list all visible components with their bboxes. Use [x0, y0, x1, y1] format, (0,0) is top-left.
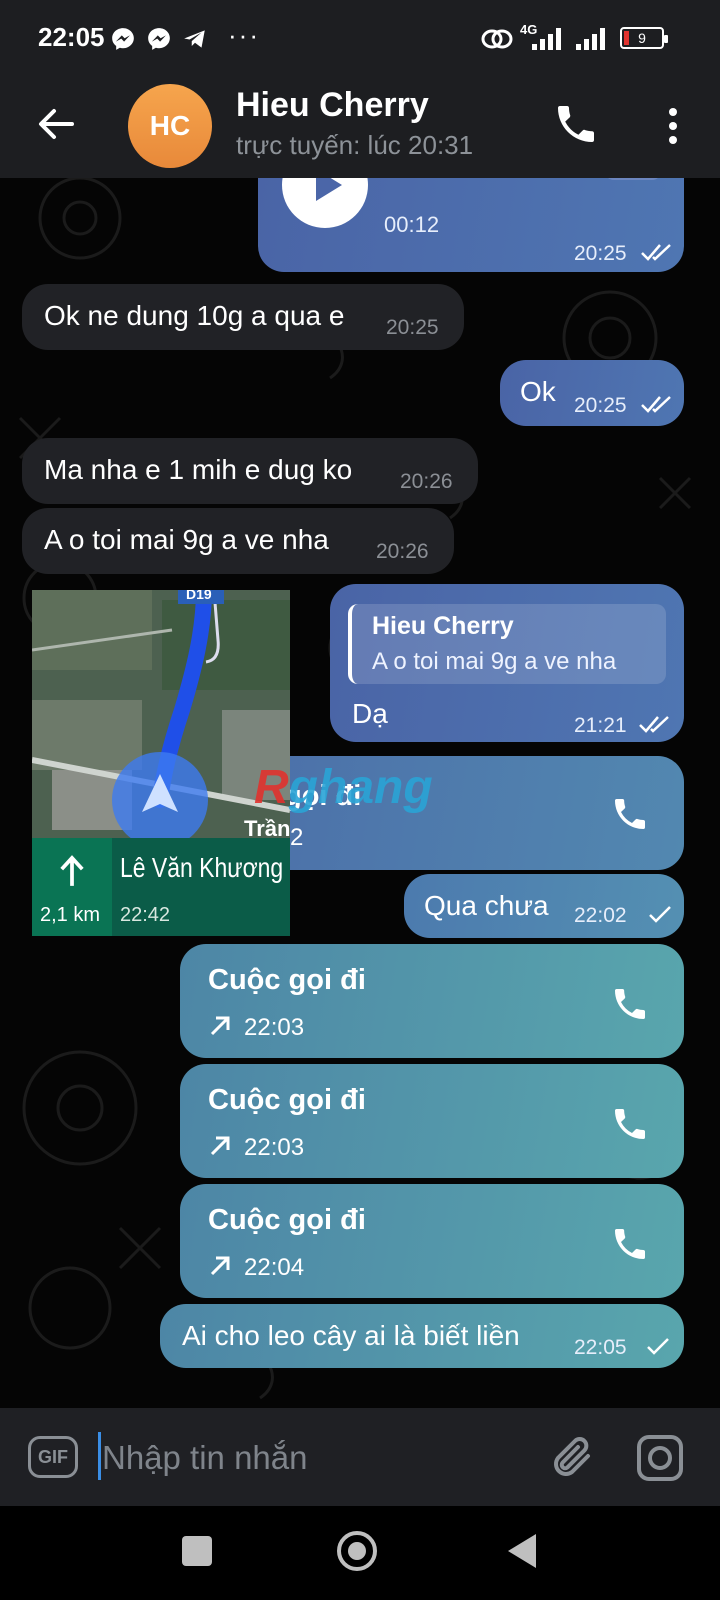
avatar-initials: HC: [149, 110, 191, 141]
camera-icon[interactable]: [636, 1434, 684, 1482]
contact-name[interactable]: Hieu Cherry: [236, 86, 429, 125]
play-icon[interactable]: [282, 178, 368, 228]
incoming-message[interactable]: A o toi mai 9g a ve nha 20:26: [22, 508, 454, 574]
transcribe-button[interactable]: →A: [604, 178, 662, 180]
outgoing-arrow-icon: [210, 1256, 230, 1276]
back-arrow-icon[interactable]: [34, 102, 78, 146]
phone-icon[interactable]: [610, 984, 650, 1024]
battery-level: 9: [638, 30, 646, 46]
distance: 2,1 km: [40, 904, 101, 926]
outgoing-call-bubble[interactable]: Cuộc gọi đi 22:03: [180, 1064, 684, 1178]
status-time: 22:05: [38, 22, 105, 52]
voice-message-bubble[interactable]: →A 00:12 20:25: [258, 178, 684, 272]
double-check-icon: [639, 716, 669, 733]
outgoing-call-bubble[interactable]: Cuộc gọi đi 22:04: [180, 1184, 684, 1298]
signal-icon: [532, 28, 561, 50]
phone-icon[interactable]: [610, 794, 650, 834]
map-navigation-image[interactable]: D19 Trần Lê Văn Khương 2,1 km 22:42: [32, 590, 290, 936]
messenger-icon: [112, 28, 134, 50]
outgoing-call-bubble[interactable]: Cuộc gọi đi 22:03: [180, 944, 684, 1058]
battery-icon: 9: [620, 27, 668, 49]
message-text: Ai cho leo cây ai là biết liền: [182, 1320, 520, 1351]
message-text: Ma nha e 1 mih e dug ko: [44, 454, 353, 485]
call-time: 22:03: [244, 1134, 305, 1161]
message-text: Dạ: [352, 698, 388, 729]
watermark-logo: Rghang: [254, 761, 433, 814]
check-icon: [647, 1338, 669, 1355]
home-button[interactable]: [337, 1531, 377, 1571]
message-time: 21:21: [574, 714, 627, 737]
status-bar: 22:05 ··· 4G 9: [0, 0, 720, 78]
phone-icon[interactable]: [610, 1224, 650, 1264]
phone-icon[interactable]: [610, 1104, 650, 1144]
paperclip-icon[interactable]: [548, 1432, 596, 1482]
message-time: 22:05: [574, 1336, 627, 1359]
message-time: 20:25: [386, 316, 439, 339]
link-icon: [481, 29, 513, 49]
recent-apps-button[interactable]: [182, 1536, 212, 1566]
message-text: Ok: [520, 376, 556, 407]
more-notifications-indicator: ···: [228, 20, 260, 50]
call-time: 22:04: [244, 1254, 305, 1281]
call-title: Cuộc gọi đi: [208, 1084, 366, 1116]
straight-arrow-icon: [60, 855, 84, 886]
map-satellite-view: [32, 590, 290, 838]
chat-header: HC Hieu Cherry trực tuyến: lúc 20:31: [0, 78, 720, 178]
message-list[interactable]: →A 00:12 20:25 Ok ne dung 10g a qua e 20…: [0, 178, 720, 1408]
call-time: 22:03: [244, 1014, 305, 1041]
navigation-panel: Lê Văn Khương 2,1 km 22:42: [32, 838, 290, 936]
reply-quote[interactable]: Hieu Cherry A o toi mai 9g a ve nha: [348, 604, 666, 684]
notification-icons: [110, 26, 208, 52]
message-time: 20:26: [400, 470, 453, 493]
call-title: Cuộc gọi đi: [208, 1204, 366, 1236]
double-check-icon: [641, 244, 671, 261]
voice-duration: 00:12: [384, 212, 440, 237]
outgoing-arrow-icon: [210, 1136, 230, 1156]
gif-button[interactable]: GIF: [28, 1436, 78, 1478]
reply-author: Hieu Cherry: [372, 612, 514, 640]
signal-icon: [576, 28, 605, 50]
back-button[interactable]: [508, 1534, 536, 1568]
message-text: Qua chưa: [424, 890, 549, 921]
outgoing-message[interactable]: Ok 20:25: [500, 360, 684, 426]
text-cursor: [98, 1432, 101, 1480]
message-time: 20:25: [574, 394, 627, 417]
system-navigation-bar: [0, 1506, 720, 1600]
check-icon: [649, 906, 671, 923]
message-time: 20:26: [376, 540, 429, 563]
incoming-message[interactable]: Ok ne dung 10g a qua e 20:25: [22, 284, 464, 350]
outgoing-reply-message[interactable]: Hieu Cherry A o toi mai 9g a ve nha Dạ 2…: [330, 584, 684, 742]
message-text: Ok ne dung 10g a qua e: [44, 300, 345, 331]
eta: 22:42: [120, 904, 171, 926]
reply-text: A o toi mai 9g a ve nha: [372, 648, 617, 675]
message-composer: GIF: [0, 1408, 720, 1506]
telegram-icon: [184, 30, 205, 48]
more-vertical-icon[interactable]: [658, 102, 688, 150]
contact-status: trực tuyến: lúc 20:31: [236, 130, 474, 160]
message-time: 22:02: [574, 904, 627, 927]
phone-icon[interactable]: [552, 100, 600, 148]
route-sign: D19: [186, 590, 212, 602]
double-check-icon: [641, 396, 671, 413]
messenger-icon: [148, 28, 170, 50]
incoming-message[interactable]: Ma nha e 1 mih e dug ko 20:26: [22, 438, 478, 504]
street-name: Lê Văn Khương: [120, 852, 284, 883]
message-text: A o toi mai 9g a ve nha: [44, 524, 329, 555]
message-input[interactable]: [102, 1436, 522, 1480]
avatar[interactable]: HC: [128, 84, 212, 168]
message-time: 20:25: [574, 242, 627, 265]
outgoing-message[interactable]: Ai cho leo cây ai là biết liền 22:05: [160, 1304, 684, 1368]
call-title: Cuộc gọi đi: [208, 964, 366, 996]
outgoing-message[interactable]: Qua chưa 22:02: [404, 874, 684, 938]
call-time: 2: [290, 824, 304, 851]
outgoing-arrow-icon: [210, 1016, 230, 1036]
